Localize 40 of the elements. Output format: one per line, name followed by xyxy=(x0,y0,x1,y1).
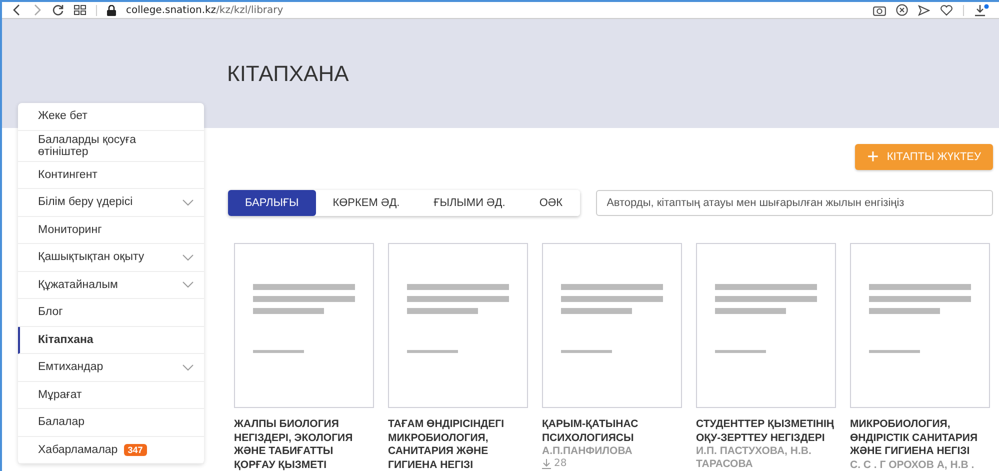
notification-badge: 347 xyxy=(124,444,147,456)
sidebar-item[interactable]: Емтихандар xyxy=(18,354,204,382)
sidebar-item[interactable]: Білім беру үдерісі xyxy=(18,189,204,216)
camera-icon[interactable] xyxy=(873,4,886,16)
book-title[interactable]: ЖАЛПЫ БИОЛОГИЯ НЕГІЗДЕРІ, ЭКОЛОГИЯ ЖӘНЕ ТАБИҒАТТЫ ҚОРҒАУ ҚЫЗМЕТІ xyxy=(234,418,374,471)
book-author: И.П. ПАСТУХОВА, Н.В. ТАРАСОВА xyxy=(696,445,812,471)
book-title[interactable]: СТУДЕНТТЕР ҚЫЗМЕТІНІҢ ОҚУ-ЗЕРТТЕУ НЕГІЗДЕРІ xyxy=(696,418,836,445)
sidebar-item[interactable]: Мұрағат xyxy=(18,382,204,409)
sidebar-item[interactable]: Қашықтықтан оқыту xyxy=(18,244,204,272)
address-bar[interactable]: college.snation.kz/kz/kzl/library xyxy=(126,4,284,16)
book-title[interactable]: ТАҒАМ ӨНДІРІСІНДЕГІ МИКРОБИОЛОГИЯ, САНИТАРИЯ ЖӘНЕ ГИГИЕНА НЕГІЗІ xyxy=(388,418,528,471)
reload-icon[interactable] xyxy=(52,4,64,16)
sidebar-item[interactable]: Жеке бет xyxy=(18,103,204,130)
book-title[interactable]: ҚАРЫМ-ҚАТЫНАС ПСИХОЛОГИЯСЫ xyxy=(542,418,682,445)
close-circle-icon[interactable] xyxy=(896,4,908,16)
sidebar-item[interactable]: Мониторинг xyxy=(18,216,204,244)
download-icon[interactable] xyxy=(974,4,989,16)
filter-tab[interactable]: БАРЛЫҒЫ xyxy=(228,190,316,216)
page-title: КІТАПХАНА xyxy=(227,61,350,87)
filter-tab[interactable]: КӨРКЕМ ӘД. xyxy=(316,190,417,216)
book-author: С. С . Г OРОХОВ А, Н.В . xyxy=(850,458,976,471)
filter-tab[interactable]: ҒЫЛЫМИ ӘД. xyxy=(416,190,522,216)
filter-tab[interactable]: ОӘК xyxy=(522,190,580,216)
sidebar-item[interactable]: Контингент xyxy=(18,162,204,189)
lock-icon xyxy=(107,4,116,16)
send-icon[interactable] xyxy=(918,4,930,16)
heart-icon[interactable] xyxy=(940,4,953,16)
sidebar-item[interactable]: Балаларды қосуға өтініштер xyxy=(18,130,204,162)
download-count: 28 xyxy=(554,458,567,469)
grid-icon[interactable] xyxy=(74,5,86,15)
book-author: А.П.ПАНФИЛОВА xyxy=(542,445,634,458)
sidebar-item[interactable]: Кітапхана xyxy=(18,326,204,354)
search-field[interactable]: Авторды, кітаптың атауы мен шығарылған жылын енгізіңіз xyxy=(596,190,993,216)
sidebar-item[interactable]: Балалар xyxy=(18,409,204,436)
back-icon[interactable] xyxy=(12,4,22,16)
book-title[interactable]: МИКРОБИОЛОГИЯ, ӨНДІРІСТІК САНИТАРИЯ ЖӘНЕ ГИГИЕНА НЕГІЗІ xyxy=(850,418,990,458)
download-icon xyxy=(542,458,551,468)
sidebar-item[interactable]: Хабарламалар 347 xyxy=(18,436,204,464)
sidebar-item[interactable]: Құжатайналым xyxy=(18,272,204,299)
sidebar-item[interactable]: Блог xyxy=(18,299,204,326)
